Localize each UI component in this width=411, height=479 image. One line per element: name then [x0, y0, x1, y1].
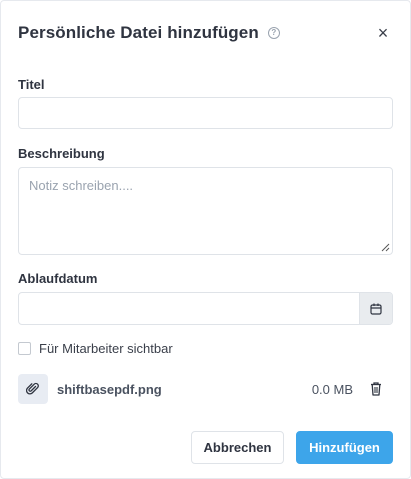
- cancel-button[interactable]: Abbrechen: [191, 431, 284, 464]
- attachment-file-name: shiftbasepdf.png: [57, 381, 162, 397]
- visible-to-employees-label[interactable]: Für Mitarbeiter sichtbar: [39, 341, 173, 356]
- trash-icon[interactable]: [369, 381, 383, 397]
- resize-handle-icon[interactable]: [381, 243, 390, 252]
- expiry-date-label: Ablaufdatum: [18, 271, 98, 286]
- title-label: Titel: [18, 77, 45, 92]
- description-label: Beschreibung: [18, 146, 105, 161]
- attachment-row: shiftbasepdf.png 0.0 MB: [18, 373, 393, 405]
- visible-to-employees-checkbox[interactable]: [18, 342, 31, 355]
- dialog-header: Persönliche Datei hinzufügen ? ×: [18, 21, 393, 45]
- add-personal-file-dialog: Persönliche Datei hinzufügen ? × Titel B…: [0, 0, 411, 479]
- expiry-date-picker: [18, 292, 393, 325]
- visible-to-employees-row[interactable]: Für Mitarbeiter sichtbar: [18, 341, 173, 356]
- attachment-icon-box: [18, 374, 48, 404]
- help-icon[interactable]: ?: [267, 27, 280, 39]
- dialog-title: Persönliche Datei hinzufügen: [18, 23, 259, 42]
- paperclip-icon: [26, 382, 39, 395]
- calendar-button[interactable]: [359, 293, 392, 324]
- close-button[interactable]: ×: [373, 23, 393, 43]
- attachment-file-size: 0.0 MB: [311, 381, 353, 397]
- add-button[interactable]: Hinzufügen: [296, 431, 393, 464]
- expiry-date-input[interactable]: [19, 293, 359, 324]
- calendar-icon: [370, 303, 382, 315]
- description-textarea[interactable]: Notiz schreiben....: [18, 167, 393, 255]
- title-input[interactable]: [18, 97, 393, 129]
- description-placeholder: Notiz schreiben....: [29, 178, 134, 193]
